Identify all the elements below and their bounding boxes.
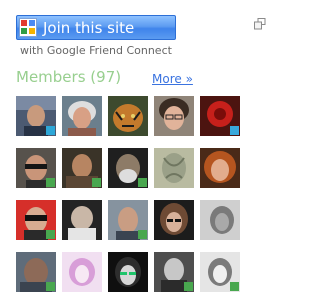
more-members-link[interactable]: More » [152,72,193,87]
member-count: (97) [90,68,122,86]
member-avatar[interactable] [108,96,148,136]
member-avatar[interactable] [154,96,194,136]
window-icon[interactable] [254,15,266,30]
join-button-label: Join this site [43,19,135,37]
members-label: Members [16,68,86,86]
member-avatar[interactable] [16,148,56,188]
member-avatar[interactable] [154,200,194,240]
member-avatar[interactable] [16,200,56,240]
member-avatar[interactable] [154,148,194,188]
member-avatar[interactable] [108,200,148,240]
join-this-site-button[interactable]: Join this site [16,15,176,40]
friend-connect-subtitle: with Google Friend Connect [20,44,172,57]
member-avatar[interactable] [200,200,240,240]
member-avatar[interactable] [16,252,56,292]
member-avatar[interactable] [62,148,102,188]
friend-connect-gadget: Join this site with Google Friend Connec… [0,0,267,305]
member-avatar[interactable] [108,148,148,188]
member-avatar[interactable] [16,96,56,136]
google-friend-connect-icon [19,18,37,37]
member-avatar[interactable] [200,148,240,188]
member-avatar[interactable] [62,252,102,292]
members-heading: Members (97) [16,68,121,87]
member-avatar[interactable] [108,252,148,292]
member-avatar[interactable] [62,96,102,136]
member-avatar[interactable] [154,252,194,292]
member-avatar[interactable] [200,96,240,136]
member-avatar[interactable] [200,252,240,292]
member-avatar[interactable] [62,200,102,240]
